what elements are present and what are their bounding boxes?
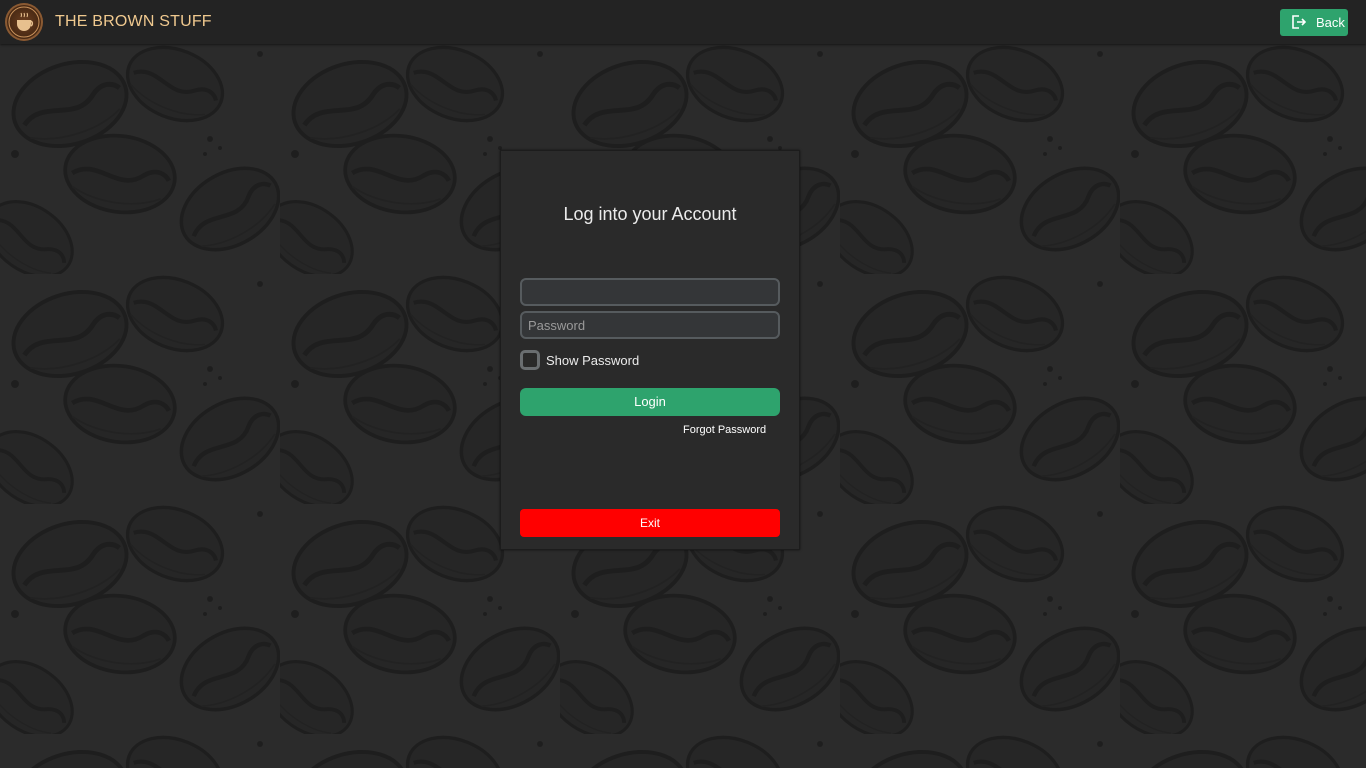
login-button[interactable]: Login bbox=[520, 388, 780, 416]
show-password-checkbox[interactable]: Show Password bbox=[520, 348, 639, 372]
exit-button[interactable]: Exit bbox=[520, 509, 780, 537]
app-window: THE BROWN STUFF Back Log into your Accou… bbox=[0, 0, 1366, 768]
sign-out-icon bbox=[1290, 14, 1307, 30]
checkbox-box[interactable] bbox=[520, 350, 540, 370]
login-card: Log into your Account Show Password Logi… bbox=[500, 150, 800, 550]
username-input[interactable] bbox=[520, 278, 780, 306]
show-password-label: Show Password bbox=[546, 352, 640, 368]
forgot-password-link[interactable]: Forgot Password bbox=[683, 424, 766, 436]
password-input[interactable] bbox=[520, 311, 780, 339]
top-bar: THE BROWN STUFF Back bbox=[0, 0, 1366, 44]
app-title: THE BROWN STUFF bbox=[55, 13, 212, 30]
coffee-cup-logo-icon bbox=[5, 3, 43, 41]
back-button[interactable]: Back bbox=[1280, 9, 1348, 36]
back-button-label: Back bbox=[1316, 15, 1345, 30]
login-title: Log into your Account bbox=[563, 204, 737, 224]
